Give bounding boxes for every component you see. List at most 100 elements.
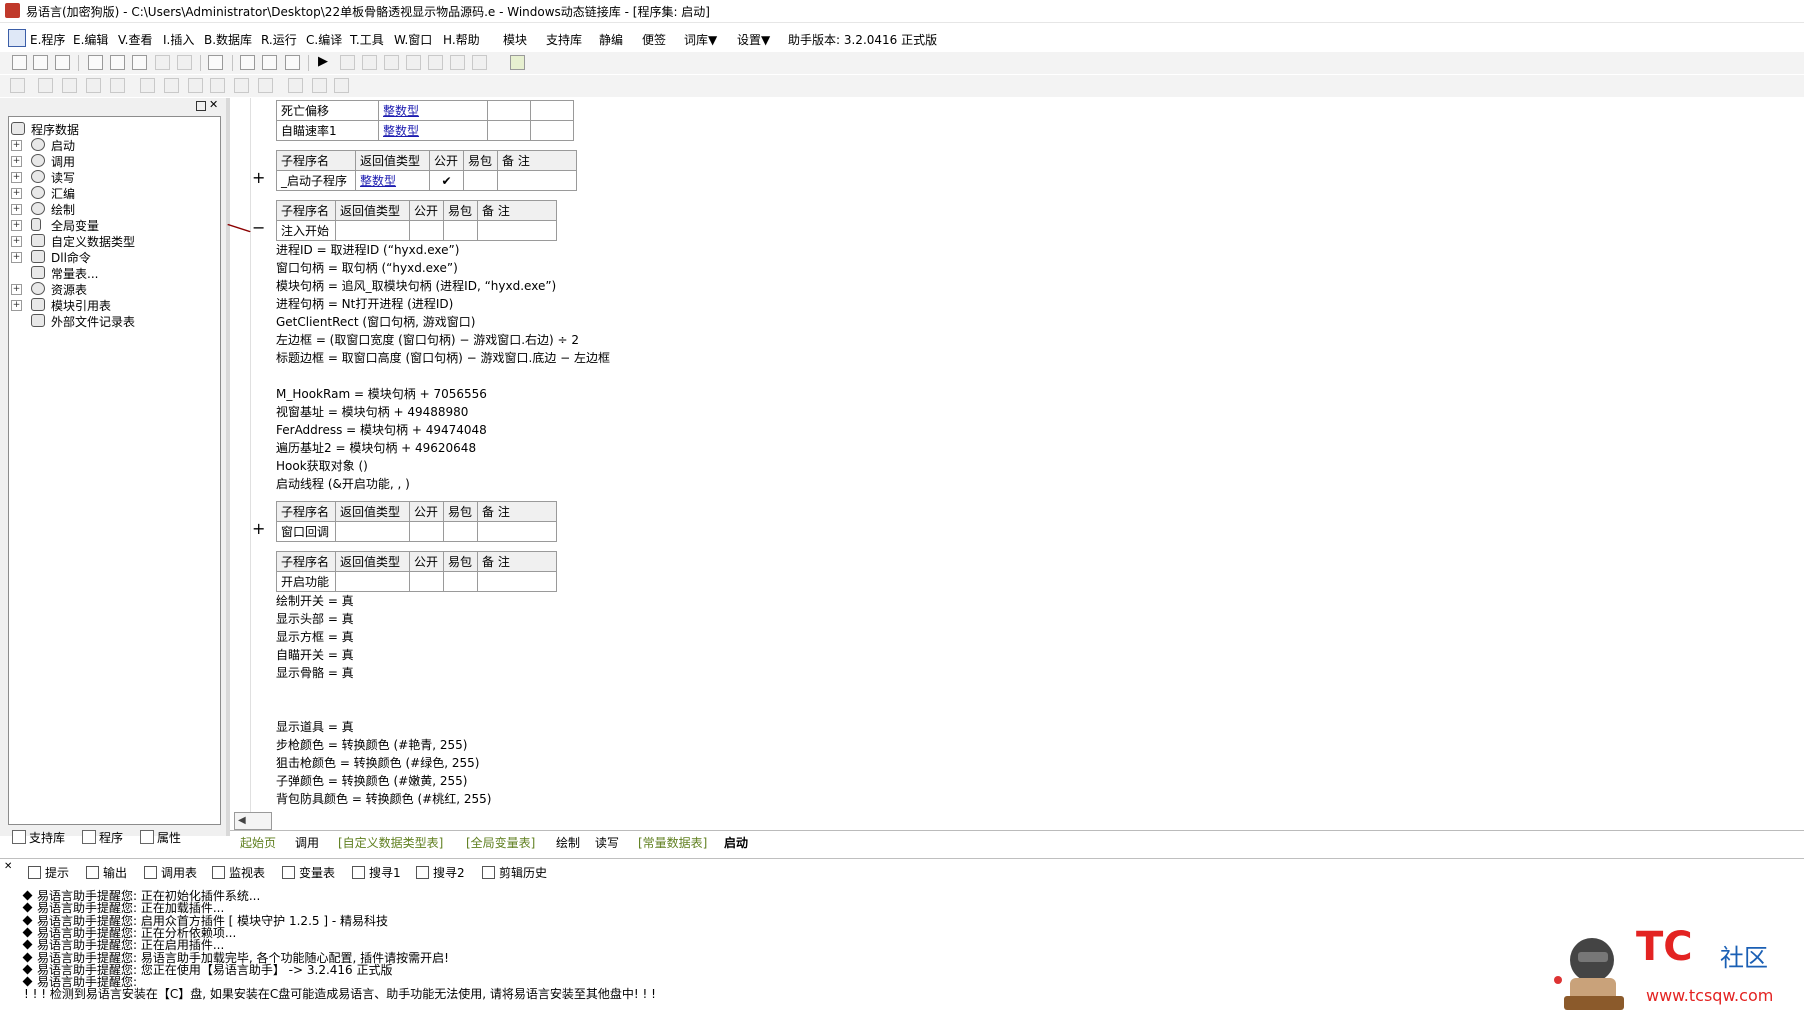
sub-name[interactable]: 注入开始 [276, 220, 336, 241]
expand-icon[interactable]: + [11, 252, 22, 263]
expand-icon[interactable]: + [11, 236, 22, 247]
step-5-icon[interactable] [450, 55, 465, 70]
code-editor[interactable]: 死亡偏移 整数型 自瞄速率1 整数型 + 子程序名 返回值类型 公开 易包 备 … [228, 98, 1804, 830]
sub-name[interactable]: 开启功能 [276, 571, 336, 592]
hand-icon[interactable] [472, 55, 487, 70]
tab-constants[interactable]: [常量数据表] [638, 834, 707, 851]
output-panel[interactable]: 易语言助手提醒您: 正在初始化插件系统... 易语言助手提醒您: 正在加载插件.… [0, 885, 1804, 1024]
align-14-icon[interactable] [334, 78, 349, 93]
run-icon[interactable]: ▶ [318, 55, 333, 70]
public-checkbox[interactable]: ✔ [429, 170, 464, 191]
menu-tools[interactable]: T.工具 [350, 31, 384, 48]
code-line[interactable]: M_HookRam = 模块句柄 + 7056556 [276, 385, 487, 402]
expand-icon[interactable]: + [11, 156, 22, 167]
menu-help[interactable]: H.帮助 [443, 31, 480, 48]
menu-insert[interactable]: I.插入 [163, 31, 194, 48]
tab-start-page[interactable]: 起始页 [240, 834, 276, 851]
new-file-icon[interactable] [12, 55, 27, 70]
expand-icon[interactable]: + [11, 188, 22, 199]
align-6-icon[interactable] [140, 78, 155, 93]
align-8-icon[interactable] [188, 78, 203, 93]
code-line[interactable]: 子弹颜色 = 转换颜色 (#嫩黄, 255) [276, 772, 467, 789]
tab-search-1[interactable]: 搜寻1 [352, 864, 401, 881]
align-1-icon[interactable] [10, 78, 25, 93]
code-line[interactable]: 启动线程 (&开启功能, , ) [276, 475, 410, 492]
cell[interactable] [530, 100, 574, 121]
tab-watch[interactable]: 监视表 [212, 864, 265, 881]
cell[interactable] [335, 521, 410, 542]
tab-hint[interactable]: 提示 [28, 864, 69, 881]
expand-icon[interactable]: + [11, 204, 22, 215]
step-1-icon[interactable] [362, 55, 377, 70]
layout-3-icon[interactable] [285, 55, 300, 70]
code-line[interactable]: 标题边框 = 取窗口高度 (窗口句柄) − 游戏窗口.底边 − 左边框 [276, 349, 610, 366]
cell[interactable] [409, 220, 444, 241]
menu-view[interactable]: V.查看 [118, 31, 152, 48]
expand-icon[interactable]: + [11, 220, 22, 231]
menu-notes[interactable]: 便签 [642, 31, 666, 48]
menu-settings[interactable]: 设置▼ [737, 31, 770, 48]
cell[interactable] [477, 220, 557, 241]
find-icon[interactable] [208, 55, 223, 70]
tab-properties[interactable]: 属性 [140, 829, 181, 847]
expand-icon[interactable]: + [11, 140, 22, 151]
cell[interactable] [409, 521, 444, 542]
tab-output[interactable]: 输出 [86, 864, 127, 881]
code-line[interactable]: 进程ID = 取进程ID (“hyxd.exe”) [276, 241, 459, 258]
undo-icon[interactable] [177, 55, 192, 70]
expand-icon[interactable]: + [11, 300, 22, 311]
close-icon[interactable]: ✕ [209, 98, 218, 111]
scroll-left-icon[interactable]: ◀ [238, 815, 246, 826]
menu-run[interactable]: R.运行 [261, 31, 297, 48]
horizontal-scrollbar[interactable]: ◀ [234, 812, 272, 830]
redo-icon[interactable] [155, 55, 170, 70]
menu-static-compile[interactable]: 静编 [599, 31, 623, 48]
code-line[interactable]: 显示骨骼 = 真 [276, 664, 354, 681]
cell[interactable] [477, 521, 557, 542]
cell[interactable] [409, 571, 444, 592]
cell[interactable] [463, 170, 498, 191]
code-line[interactable]: 背包防具颜色 = 转换颜色 (#桃红, 255) [276, 790, 491, 807]
tab-draw[interactable]: 绘制 [556, 834, 580, 851]
save-icon[interactable] [55, 55, 70, 70]
plugin-icon[interactable] [510, 55, 525, 70]
code-line[interactable]: 显示头部 = 真 [276, 610, 354, 627]
collapse-plus-icon[interactable]: + [252, 519, 265, 538]
var-type[interactable]: 整数型 [378, 120, 488, 141]
cell[interactable] [477, 571, 557, 592]
menu-compile[interactable]: C.编译 [306, 31, 342, 48]
tab-program[interactable]: 程序 [82, 829, 123, 847]
menu-edit[interactable]: E.编辑 [73, 31, 108, 48]
sub-name[interactable]: 窗口回调 [276, 521, 336, 542]
code-line[interactable]: 遍历基址2 = 模块句柄 + 49620648 [276, 439, 476, 456]
tab-support-lib[interactable]: 支持库 [12, 829, 65, 847]
cell[interactable] [443, 571, 478, 592]
stop-icon[interactable] [340, 55, 355, 70]
step-4-icon[interactable] [428, 55, 443, 70]
tab-readwrite[interactable]: 读写 [595, 834, 619, 851]
code-line[interactable]: 自瞄开关 = 真 [276, 646, 354, 663]
tab-custom-types[interactable]: [自定义数据类型表] [338, 834, 443, 851]
layout-2-icon[interactable] [262, 55, 277, 70]
sub-name[interactable]: _启动子程序 [276, 170, 356, 191]
var-name[interactable]: 自瞄速率1 [276, 120, 379, 141]
align-3-icon[interactable] [62, 78, 77, 93]
code-line[interactable]: 绘制开关 = 真 [276, 592, 354, 609]
tab-search-2[interactable]: 搜寻2 [416, 864, 465, 881]
code-line[interactable]: 窗口句柄 = 取句柄 (“hyxd.exe”) [276, 259, 458, 276]
align-11-icon[interactable] [258, 78, 273, 93]
code-line[interactable]: 视窗基址 = 模块句柄 + 49488980 [276, 403, 468, 420]
paste-icon[interactable] [132, 55, 147, 70]
align-13-icon[interactable] [312, 78, 327, 93]
code-line[interactable]: 步枪颜色 = 转换颜色 (#艳青, 255) [276, 736, 467, 753]
code-line[interactable]: GetClientRect (窗口句柄, 游戏窗口) [276, 313, 475, 330]
cell[interactable] [487, 100, 531, 121]
code-line[interactable]: 左边框 = (取窗口宽度 (窗口句柄) − 游戏窗口.右边) ÷ 2 [276, 331, 579, 348]
align-4-icon[interactable] [86, 78, 101, 93]
type-link[interactable]: 整数型 [360, 174, 396, 188]
collapse-plus-icon[interactable]: + [252, 168, 265, 187]
align-2-icon[interactable] [38, 78, 53, 93]
cut-icon[interactable] [88, 55, 103, 70]
align-7-icon[interactable] [164, 78, 179, 93]
tab-global-vars[interactable]: [全局变量表] [466, 834, 535, 851]
